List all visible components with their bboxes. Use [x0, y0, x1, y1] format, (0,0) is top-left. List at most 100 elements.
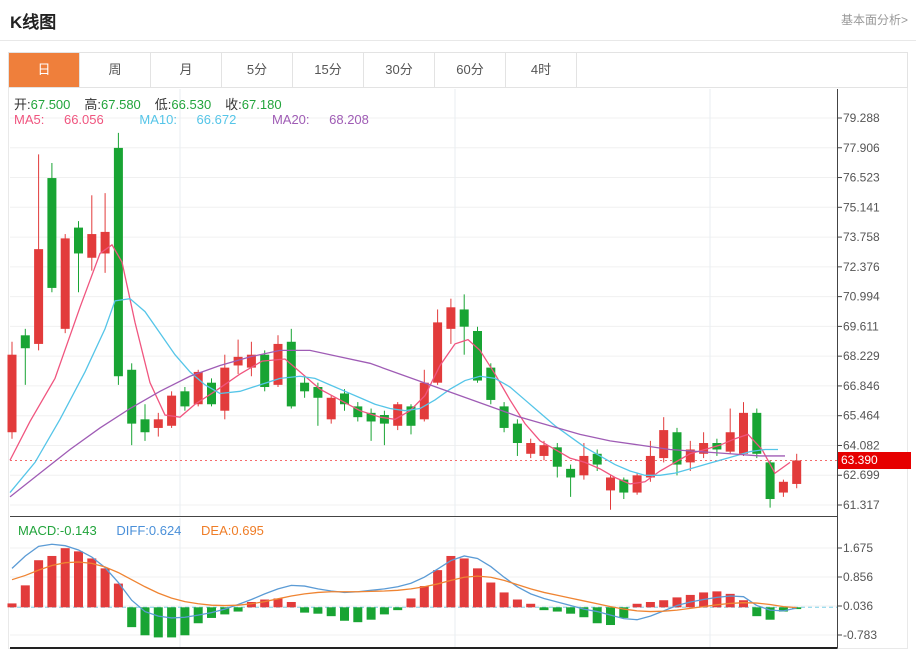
open-label: 开: [14, 97, 31, 112]
ma-legend: MA5: 66.056 MA10: 66.672 MA20: 68.208 [14, 112, 401, 127]
macd-bar [21, 585, 30, 607]
candle[interactable] [74, 221, 83, 292]
candle[interactable] [739, 402, 748, 456]
candle[interactable] [327, 396, 336, 424]
candle[interactable] [127, 363, 136, 445]
macd-bar [433, 570, 442, 607]
axis-tick-label: 61.317 [843, 498, 880, 512]
macd-bar [460, 558, 469, 607]
candle[interactable] [260, 350, 269, 391]
high-value: 67.580 [101, 97, 141, 112]
candle[interactable] [21, 329, 30, 385]
macd-bar [287, 602, 296, 607]
axis-tick-label: 1.675 [843, 541, 873, 555]
candle[interactable] [433, 309, 442, 384]
candle[interactable] [287, 329, 296, 409]
macd-bar [167, 607, 176, 637]
candle[interactable] [673, 428, 682, 475]
macd-bar [633, 604, 642, 608]
candle[interactable] [34, 154, 43, 350]
candle[interactable] [500, 402, 509, 432]
axis-tick-label: 62.699 [843, 468, 880, 482]
candle[interactable] [247, 342, 256, 376]
candle[interactable] [446, 299, 455, 344]
macd-bar [526, 604, 535, 608]
macd-bar [513, 600, 522, 608]
ohlc-legend: 开:67.500高:67.580低:66.530收:67.180 [14, 94, 296, 113]
macd-bar [180, 607, 189, 635]
candle[interactable] [699, 432, 708, 458]
macd-bar [566, 607, 575, 613]
diff-value: DIFF:0.624 [116, 523, 181, 538]
macd-bar [74, 551, 83, 607]
macd-bar [393, 607, 402, 610]
candle[interactable] [380, 411, 389, 445]
macd-bar [380, 607, 389, 614]
ma10-legend-item: MA10: 66.672 [139, 112, 252, 127]
macd-bar [739, 600, 748, 607]
ma10-line [10, 299, 778, 493]
high-label: 高: [84, 97, 101, 112]
ma20-legend-item: MA20: 68.208 [272, 112, 385, 127]
axis-tick-label: 66.846 [843, 379, 880, 393]
axis-tick-label: 0.036 [843, 599, 873, 613]
candle[interactable] [180, 387, 189, 411]
candle[interactable] [460, 294, 469, 354]
macd-bar [61, 548, 70, 607]
close-value: 67.180 [242, 97, 282, 112]
macd-bar [101, 568, 110, 607]
macd-bar [353, 607, 362, 622]
candles[interactable] [8, 133, 802, 510]
axis-tick-label: 70.994 [843, 290, 880, 304]
candle[interactable] [167, 391, 176, 428]
axis-tick-label: -0.783 [843, 628, 877, 642]
candle[interactable] [141, 404, 150, 441]
macd-bar [540, 607, 549, 610]
axis-tick-label: 79.288 [843, 111, 880, 125]
candle[interactable] [473, 327, 482, 383]
macd-bar [87, 558, 96, 607]
candle[interactable] [87, 195, 96, 270]
macd-bar [407, 598, 416, 607]
candle[interactable] [353, 402, 362, 421]
macd-bar [154, 607, 163, 637]
candle[interactable] [792, 454, 801, 488]
candle[interactable] [8, 342, 17, 439]
candle[interactable] [207, 378, 216, 406]
candle[interactable] [61, 234, 70, 333]
candle[interactable] [526, 439, 535, 458]
macd-bar [8, 603, 17, 607]
macd-bar [646, 602, 655, 607]
macd-bar [367, 607, 376, 619]
candle[interactable] [779, 480, 788, 497]
dea-value: DEA:0.695 [201, 523, 264, 538]
candle[interactable] [234, 340, 243, 374]
axis-tick-label: 0.856 [843, 570, 873, 584]
axis-tick-label: 65.464 [843, 409, 880, 423]
axis-tick-label: 77.906 [843, 141, 880, 155]
candle[interactable] [101, 193, 110, 273]
current-price-badge: 63.390 [838, 452, 911, 469]
candle[interactable] [47, 163, 56, 292]
macd-bar [127, 607, 136, 627]
macd-bar [327, 607, 336, 616]
macd-bar [313, 607, 322, 613]
close-label: 收: [225, 97, 242, 112]
candle[interactable] [513, 419, 522, 456]
candle[interactable] [154, 413, 163, 437]
candle[interactable] [114, 133, 123, 385]
candle[interactable] [659, 417, 668, 462]
macd-bar [34, 560, 43, 607]
macd-bar [752, 607, 761, 616]
axis-tick-label: 68.229 [843, 349, 880, 363]
macd-bar [659, 600, 668, 607]
candle[interactable] [300, 376, 309, 398]
open-value: 67.500 [31, 97, 71, 112]
low-value: 66.530 [171, 97, 211, 112]
candle[interactable] [486, 363, 495, 404]
candle[interactable] [766, 460, 775, 507]
candle[interactable] [553, 443, 562, 477]
macd-value: MACD:-0.143 [18, 523, 97, 538]
macd-bar [500, 592, 509, 607]
candle[interactable] [566, 465, 575, 497]
